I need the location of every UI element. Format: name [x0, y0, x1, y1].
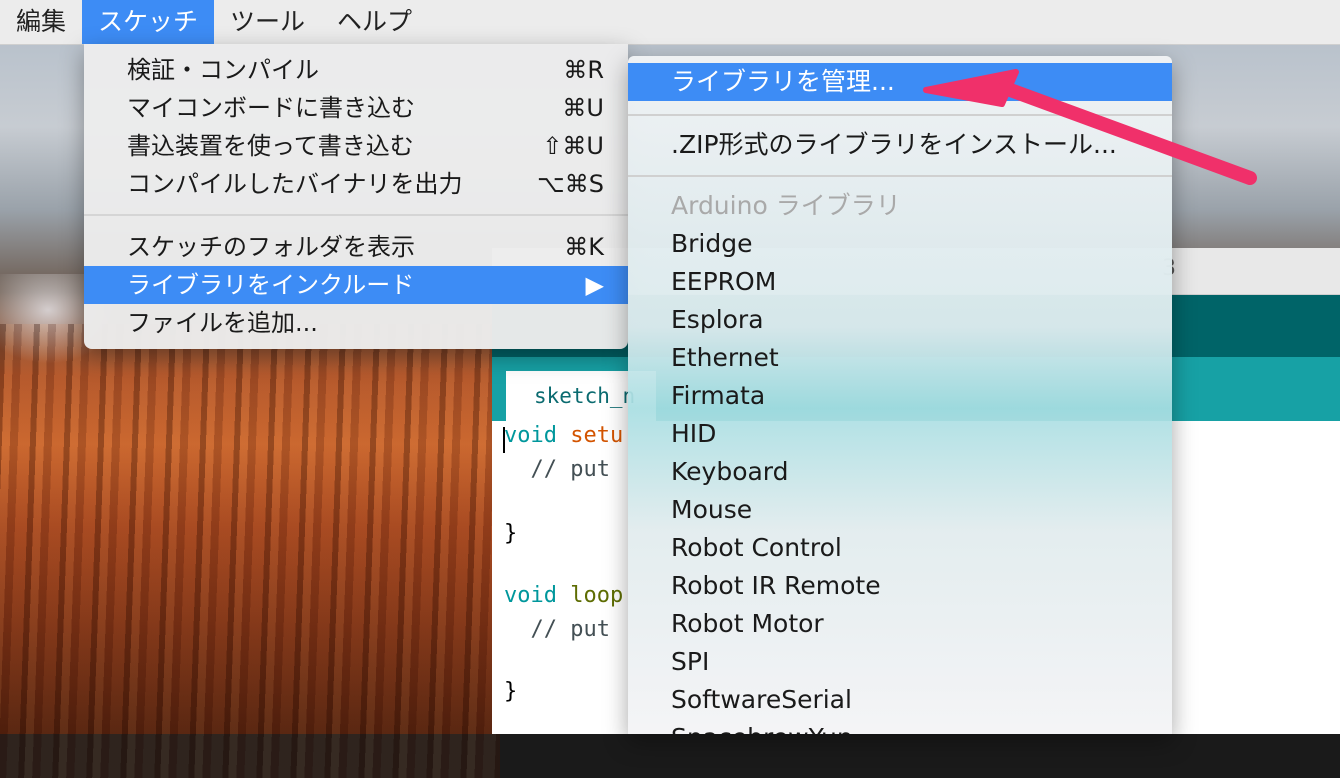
menu-item-export-binary[interactable]: コンパイルしたバイナリを出力 ⌥⌘S [84, 165, 628, 203]
shortcut-label: ⌘R [563, 56, 604, 84]
menu-item-verify[interactable]: 検証・コンパイル ⌘R [84, 51, 628, 89]
menu-item-show-folder[interactable]: スケッチのフォルダを表示 ⌘K [84, 228, 628, 266]
menu-separator [84, 214, 628, 216]
include-library-submenu: ライブラリを管理... .ZIP形式のライブラリをインストール... Ardui… [628, 56, 1172, 734]
shortcut-label: ⌘U [562, 94, 604, 122]
code-line-2: // put [504, 457, 610, 482]
library-item-label: Firmata [671, 381, 766, 410]
library-item-label: Mouse [671, 495, 753, 524]
library-item-label: SPI [671, 647, 710, 676]
library-item-label: Robot Motor [671, 609, 824, 638]
section-header-label: Arduino ライブラリ [671, 191, 901, 220]
submenu-item-install-zip[interactable]: .ZIP形式のライブラリをインストール... [628, 126, 1172, 164]
menu-item-add-file[interactable]: ファイルを追加... [84, 304, 628, 342]
library-item-label: SoftwareSerial [671, 685, 852, 714]
library-item-robot-control[interactable]: Robot Control [628, 529, 1172, 567]
function-setup: setu [556, 423, 624, 448]
submenu-item-label: ライブラリを管理... [671, 67, 895, 96]
menu-help[interactable]: ヘルプ [321, 0, 428, 44]
menu-item-include-library[interactable]: ライブラリをインクルード ▶ [84, 266, 628, 304]
menu-tools[interactable]: ツール [214, 0, 321, 44]
library-item-label: Keyboard [671, 457, 789, 486]
sketch-menu: 検証・コンパイル ⌘R マイコンボードに書き込む ⌘U 書込装置を使って書き込む… [84, 44, 628, 349]
library-item-keyboard[interactable]: Keyboard [628, 453, 1172, 491]
library-item-eeprom[interactable]: EEPROM [628, 263, 1172, 301]
function-loop: loop [556, 583, 624, 608]
library-item-label: Robot IR Remote [671, 571, 881, 600]
library-item-softwareserial[interactable]: SoftwareSerial [628, 681, 1172, 719]
menu-sketch[interactable]: スケッチ [82, 0, 215, 44]
library-item-mouse[interactable]: Mouse [628, 491, 1172, 529]
menu-item-label: ファイルを追加... [127, 309, 318, 337]
library-item-ethernet[interactable]: Ethernet [628, 339, 1172, 377]
wallpaper-cliff [0, 324, 500, 778]
submenu-section-header: Arduino ライブラリ [628, 187, 1172, 225]
code-line-7: // put [504, 617, 610, 642]
submenu-separator [628, 114, 1172, 116]
keyword-void: void [504, 423, 557, 448]
library-item-robot-ir-remote[interactable]: Robot IR Remote [628, 567, 1172, 605]
code-line-9: } [504, 679, 518, 704]
library-item-label: Ethernet [671, 343, 779, 372]
menu-item-label: ライブラリをインクルード [127, 271, 415, 299]
keyword-void: void [504, 583, 557, 608]
library-item-bridge[interactable]: Bridge [628, 225, 1172, 263]
library-item-label: SpacebrewYun [671, 719, 853, 734]
menu-item-upload[interactable]: マイコンボードに書き込む ⌘U [84, 89, 628, 127]
shortcut-label: ⇧⌘U [542, 132, 604, 160]
menu-bar: 編集 スケッチ ツール ヘルプ [0, 0, 1340, 45]
library-item-robot-motor[interactable]: Robot Motor [628, 605, 1172, 643]
code-line-4: } [504, 521, 518, 546]
submenu-separator [628, 175, 1172, 177]
shortcut-label: ⌘K [564, 233, 604, 261]
library-item-label: Robot Control [671, 533, 842, 562]
code-line-1: void setu [504, 423, 623, 448]
menu-item-label: マイコンボードに書き込む [127, 94, 415, 122]
library-item-spacebrewyun[interactable]: SpacebrewYun [628, 719, 1172, 734]
library-item-hid[interactable]: HID [628, 415, 1172, 453]
submenu-item-label: .ZIP形式のライブラリをインストール... [671, 130, 1117, 159]
library-item-label: HID [671, 419, 717, 448]
library-item-label: Esplora [671, 305, 764, 334]
submenu-item-manage-libraries[interactable]: ライブラリを管理... [628, 63, 1172, 101]
menu-edit[interactable]: 編集 [0, 0, 82, 44]
code-line-6: void loop [504, 583, 623, 608]
menu-item-label: 検証・コンパイル [127, 56, 319, 84]
library-item-label: Bridge [671, 229, 753, 258]
library-item-firmata[interactable]: Firmata [628, 377, 1172, 415]
library-item-label: EEPROM [671, 267, 777, 296]
library-item-spi[interactable]: SPI [628, 643, 1172, 681]
menu-item-label: コンパイルしたバイナリを出力 [127, 170, 463, 198]
menu-item-upload-programmer[interactable]: 書込装置を使って書き込む ⇧⌘U [84, 127, 628, 165]
shortcut-label: ⌥⌘S [537, 170, 604, 198]
library-item-esplora[interactable]: Esplora [628, 301, 1172, 339]
submenu-arrow-icon: ▶ [585, 271, 604, 299]
menu-item-label: スケッチのフォルダを表示 [127, 233, 415, 261]
menu-item-label: 書込装置を使って書き込む [127, 132, 414, 160]
